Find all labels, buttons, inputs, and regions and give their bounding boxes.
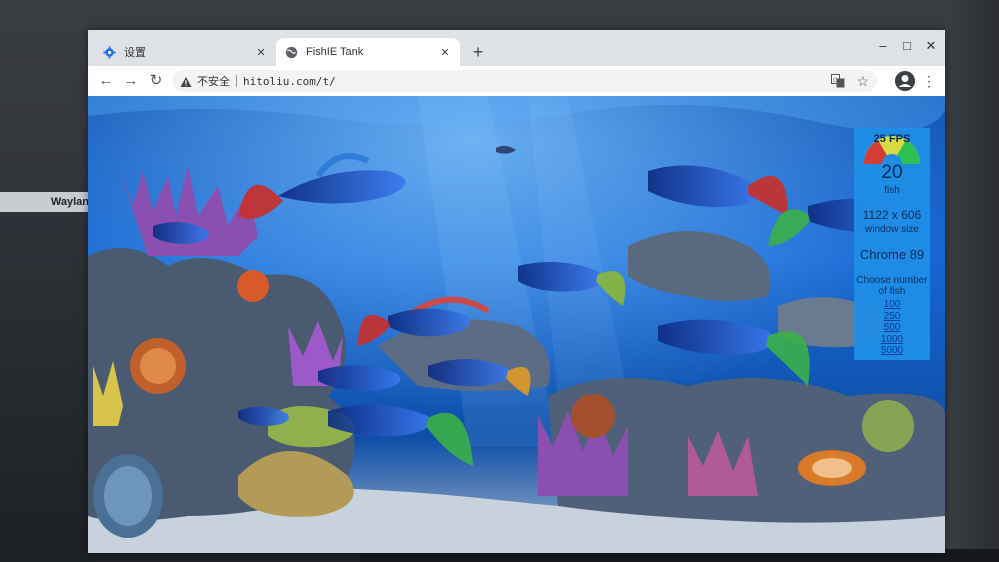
maximize-button[interactable]: □ — [896, 38, 918, 54]
menu-button[interactable]: ⋮ — [922, 71, 936, 91]
fish-option-1000[interactable]: 1000 — [854, 334, 930, 346]
background-window-label: Waylan — [0, 192, 92, 212]
svg-text:G: G — [833, 77, 838, 84]
fps-readout: 25 FPS — [873, 133, 911, 145]
tab-title: FishIE Tank — [306, 46, 364, 58]
divider — [236, 75, 237, 87]
profile-avatar-icon[interactable] — [894, 70, 916, 92]
fish-option-5000[interactable]: 5000 — [854, 345, 930, 357]
fish-tank-canvas[interactable]: 25 FPS 20 fish 1122 x 606 window size Ch… — [88, 96, 945, 553]
toolbar: ← → ↻ 不安全 hitoliu.com/t/ G ☆ ⋮ — [88, 66, 945, 96]
window-size-value: 1122 x 606 — [862, 208, 922, 222]
fish-option-250[interactable]: 250 — [854, 311, 930, 323]
tab-title: 设置 — [124, 47, 146, 59]
url-text[interactable]: hitoliu.com/t/ — [243, 75, 336, 88]
desktop-background-right — [945, 0, 999, 562]
close-icon[interactable]: ✕ — [438, 45, 452, 59]
warning-icon[interactable] — [180, 75, 192, 87]
address-bar[interactable]: 不安全 hitoliu.com/t/ G ☆ — [172, 70, 877, 92]
close-icon[interactable]: ✕ — [254, 45, 268, 59]
fish-count: 20 — [881, 162, 903, 183]
fish-option-100[interactable]: 100 — [854, 299, 930, 311]
close-window-button[interactable]: ✕ — [920, 38, 942, 54]
translate-icon[interactable]: G — [831, 74, 845, 88]
back-button[interactable]: ← — [96, 71, 116, 91]
choose-fish-label: Choose number of fish — [856, 275, 928, 297]
stats-panel: 25 FPS 20 fish 1122 x 606 window size Ch… — [854, 128, 930, 360]
globe-icon — [284, 45, 298, 59]
fish-option-500[interactable]: 500 — [854, 322, 930, 334]
reload-button[interactable]: ↻ — [146, 71, 166, 91]
gear-icon — [102, 45, 116, 59]
aquarium-scene — [88, 96, 945, 553]
window-size-label: window size — [865, 224, 919, 235]
desktop-background-left — [0, 190, 95, 562]
security-label[interactable]: 不安全 — [197, 73, 230, 89]
minimize-button[interactable]: – — [872, 38, 894, 54]
tab-fishie-tank[interactable]: FishIE Tank ✕ — [276, 38, 460, 66]
browser-window: 设置 ✕ FishIE Tank ✕ + – □ ✕ ← → ↻ 不安全 hit… — [88, 30, 945, 553]
tab-strip: 设置 ✕ FishIE Tank ✕ + – □ ✕ — [88, 30, 945, 66]
fish-count-options: 100 250 500 1000 5000 — [854, 299, 930, 357]
new-tab-button[interactable]: + — [468, 43, 488, 63]
tab-settings[interactable]: 设置 ✕ — [94, 38, 276, 66]
fish-count-label: fish — [884, 185, 900, 196]
forward-button[interactable]: → — [121, 71, 141, 91]
bookmark-star-icon[interactable]: ☆ — [856, 72, 869, 90]
browser-version: Chrome 89 — [859, 247, 925, 262]
